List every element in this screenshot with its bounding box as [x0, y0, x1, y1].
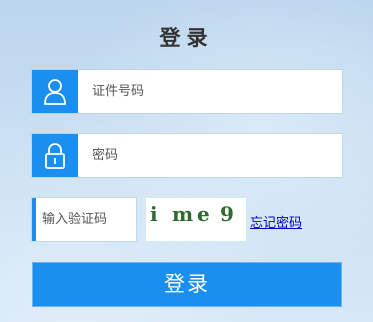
user-icon — [32, 70, 78, 113]
password-field[interactable]: 密码 — [32, 134, 342, 177]
id-number-placeholder: 证件号码 — [92, 84, 145, 99]
captcha-char: 9 — [220, 202, 234, 226]
captcha-input[interactable]: 输入验证码 — [32, 198, 136, 241]
captcha-image[interactable]: i m e 9 — [146, 198, 246, 241]
captcha-char: i — [150, 202, 158, 226]
id-number-field[interactable]: 证件号码 — [32, 70, 342, 113]
captcha-placeholder: 输入验证码 — [42, 212, 108, 227]
lock-icon — [32, 134, 78, 177]
password-placeholder: 密码 — [92, 148, 119, 163]
page-title: 登录 — [159, 26, 214, 50]
login-button[interactable]: 登录 — [32, 262, 342, 307]
captcha-char: e — [197, 202, 210, 226]
forgot-password-link[interactable]: 忘记密码 — [250, 212, 302, 231]
captcha-char: m — [172, 202, 194, 226]
